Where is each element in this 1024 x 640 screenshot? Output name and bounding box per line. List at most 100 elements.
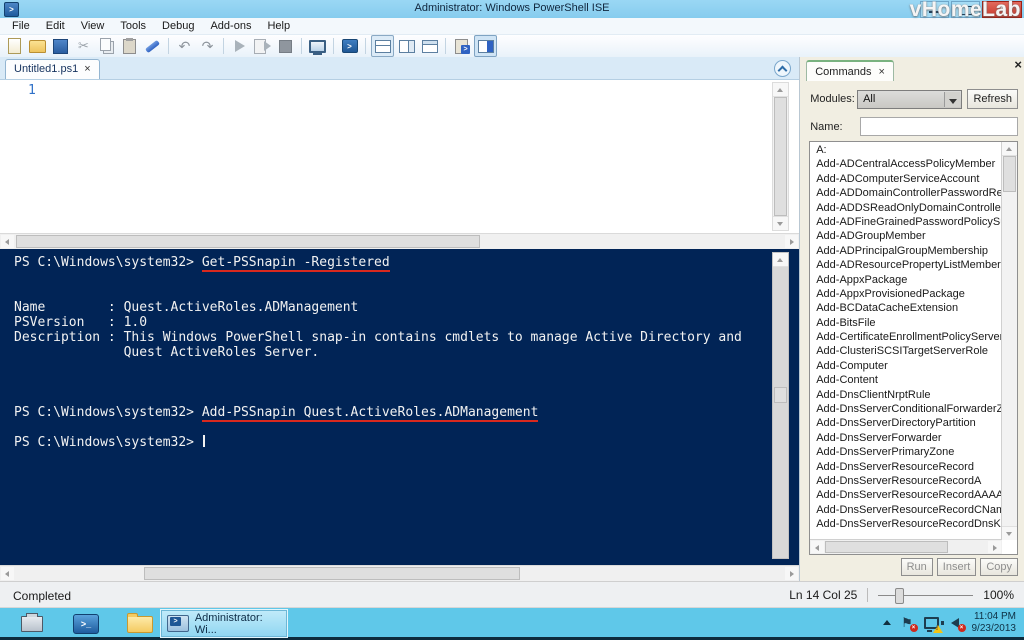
command-list-item[interactable]: Add-CertificateEnrollmentPolicyServer	[810, 330, 1002, 344]
command-list-item[interactable]: Add-DnsServerPrimaryZone	[810, 445, 1002, 459]
console-vertical-scrollbar[interactable]	[772, 252, 789, 559]
menu-item[interactable]: Tools	[112, 19, 154, 33]
panel-close-icon[interactable]: ×	[1014, 59, 1022, 71]
file-explorer-icon[interactable]	[122, 611, 158, 637]
modules-dropdown[interactable]: All	[857, 90, 962, 109]
command-list-item[interactable]: Add-DnsServerResourceRecord	[810, 460, 1002, 474]
cut-icon[interactable]	[73, 36, 94, 56]
scrollbar-thumb[interactable]	[16, 235, 480, 248]
commands-tab[interactable]: Commands ×	[806, 60, 894, 81]
network-status-icon[interactable]	[924, 615, 939, 630]
server-manager-icon[interactable]	[14, 611, 50, 637]
menu-item[interactable]: Help	[259, 19, 298, 33]
script-editor[interactable]: 1	[0, 80, 799, 233]
scrollbar-thumb[interactable]	[1003, 156, 1016, 192]
active-task-button[interactable]: Administrator: Wi...	[160, 609, 288, 638]
command-list-item[interactable]: Add-DnsServerForwarder	[810, 431, 1002, 445]
powershell-taskbar-icon[interactable]: >_	[68, 611, 104, 637]
command-list-item[interactable]: Add-AppxPackage	[810, 273, 1002, 287]
scroll-right-icon[interactable]	[988, 541, 1001, 553]
scroll-down-icon[interactable]	[1002, 526, 1017, 540]
command-list-item[interactable]: Add-DnsServerConditionalForwarderZone	[810, 402, 1002, 416]
command-list-item[interactable]: Add-ADDomainControllerPasswordReplicatio…	[810, 186, 1002, 200]
command-list-item[interactable]: Add-ADResourcePropertyListMember	[810, 258, 1002, 272]
command-list-item[interactable]: Add-DnsServerResourceRecordCName	[810, 503, 1002, 517]
new-remote-powershell-tab-icon[interactable]	[307, 36, 328, 56]
scroll-left-icon[interactable]	[1, 567, 14, 580]
action-center-flag-icon[interactable]: ⚑×	[900, 615, 915, 630]
layout-script-right-icon[interactable]	[396, 36, 417, 56]
script-tab[interactable]: Untitled1.ps1 ×	[5, 59, 100, 79]
menu-item[interactable]: Edit	[38, 19, 73, 33]
redo-icon[interactable]	[197, 36, 218, 56]
menu-item[interactable]: File	[4, 19, 38, 33]
undo-icon[interactable]	[174, 36, 195, 56]
command-name-input[interactable]	[860, 117, 1018, 136]
scroll-down-icon[interactable]	[773, 216, 788, 230]
command-list-item[interactable]: Add-Computer	[810, 359, 1002, 373]
command-list-item[interactable]: Add-BCDataCacheExtension	[810, 301, 1002, 315]
command-list-item[interactable]: Add-Content	[810, 373, 1002, 387]
command-list-item[interactable]: Add-ADGroupMember	[810, 229, 1002, 243]
scrollbar-thumb[interactable]	[144, 567, 520, 580]
command-list-item[interactable]: Add-DnsClientNrptRule	[810, 388, 1002, 402]
command-list-item[interactable]: Add-ClusteriSCSITargetServerRole	[810, 344, 1002, 358]
editor-vertical-scrollbar[interactable]	[772, 82, 789, 231]
volume-muted-icon[interactable]: ×	[948, 615, 963, 630]
command-list-item[interactable]: Add-ADCentralAccessPolicyMember	[810, 157, 1002, 171]
scrollbar-thumb[interactable]	[774, 387, 787, 403]
scroll-right-icon[interactable]	[785, 567, 798, 580]
zoom-slider-thumb[interactable]	[895, 588, 904, 604]
scroll-up-icon[interactable]	[1002, 142, 1017, 156]
command-list-item[interactable]: Add-ADFineGrainedPasswordPolicySubject	[810, 215, 1002, 229]
command-list-item[interactable]: A:	[810, 143, 1002, 157]
run-script-icon[interactable]	[229, 36, 250, 56]
new-script-icon[interactable]	[4, 36, 25, 56]
collapse-script-pane-icon[interactable]	[774, 60, 791, 77]
panel-action-button[interactable]: Insert	[937, 558, 977, 576]
stop-operation-icon[interactable]	[275, 36, 296, 56]
console-pane[interactable]: PS C:\Windows\system32> Get-PSSnapin -Re…	[0, 249, 799, 565]
panel-action-button[interactable]: Copy	[980, 558, 1018, 576]
paste-icon[interactable]	[119, 36, 140, 56]
clear-console-icon[interactable]	[142, 36, 163, 56]
show-hidden-icons-icon[interactable]	[883, 620, 891, 625]
command-list-vertical-scrollbar[interactable]	[1001, 142, 1017, 540]
tab-close-icon[interactable]: ×	[84, 64, 90, 74]
command-list-item[interactable]: Add-BitsFile	[810, 316, 1002, 330]
show-command-addon-icon[interactable]	[474, 35, 497, 57]
refresh-button[interactable]: Refresh	[967, 89, 1018, 109]
command-list-horizontal-scrollbar[interactable]	[810, 539, 1002, 554]
console-horizontal-scrollbar[interactable]	[0, 565, 799, 581]
copy-icon[interactable]	[96, 36, 117, 56]
zoom-slider[interactable]	[878, 587, 973, 603]
layout-script-max-icon[interactable]	[419, 36, 440, 56]
command-list-item[interactable]: Add-DnsServerResourceRecordDnsKey	[810, 517, 1002, 531]
scroll-up-icon[interactable]	[773, 83, 788, 97]
command-list-item[interactable]: Add-DnsServerResourceRecordA	[810, 474, 1002, 488]
run-selection-icon[interactable]	[252, 36, 273, 56]
scrollbar-thumb[interactable]	[825, 541, 948, 553]
menu-item[interactable]: Debug	[154, 19, 202, 33]
menu-item[interactable]: View	[73, 19, 113, 33]
command-list-item[interactable]: Add-AppxProvisionedPackage	[810, 287, 1002, 301]
scroll-up-icon[interactable]	[773, 253, 788, 267]
command-list-item[interactable]: Add-ADComputerServiceAccount	[810, 172, 1002, 186]
command-list-item[interactable]: Add-DnsServerDirectoryPartition	[810, 416, 1002, 430]
menu-item[interactable]: Add-ons	[202, 19, 259, 33]
show-script-pane-icon[interactable]	[451, 36, 472, 56]
editor-horizontal-scrollbar[interactable]	[0, 233, 799, 249]
chevron-down-icon[interactable]	[944, 92, 960, 107]
panel-action-button[interactable]: Run	[901, 558, 933, 576]
save-icon[interactable]	[50, 36, 71, 56]
start-powershell-icon[interactable]	[339, 36, 360, 56]
command-list-item[interactable]: Add-DnsServerResourceRecordAAAA	[810, 488, 1002, 502]
commands-tab-close-icon[interactable]: ×	[878, 67, 884, 77]
taskbar-clock[interactable]: 11:04 PM 9/23/2013	[972, 611, 1019, 635]
scrollbar-thumb[interactable]	[774, 97, 787, 216]
scroll-left-icon[interactable]	[811, 541, 824, 553]
layout-script-top-icon[interactable]	[371, 35, 394, 57]
command-list-item[interactable]: Add-ADPrincipalGroupMembership	[810, 244, 1002, 258]
scroll-left-icon[interactable]	[1, 235, 14, 248]
command-list-item[interactable]: Add-ADDSReadOnlyDomainControllerAccount	[810, 201, 1002, 215]
